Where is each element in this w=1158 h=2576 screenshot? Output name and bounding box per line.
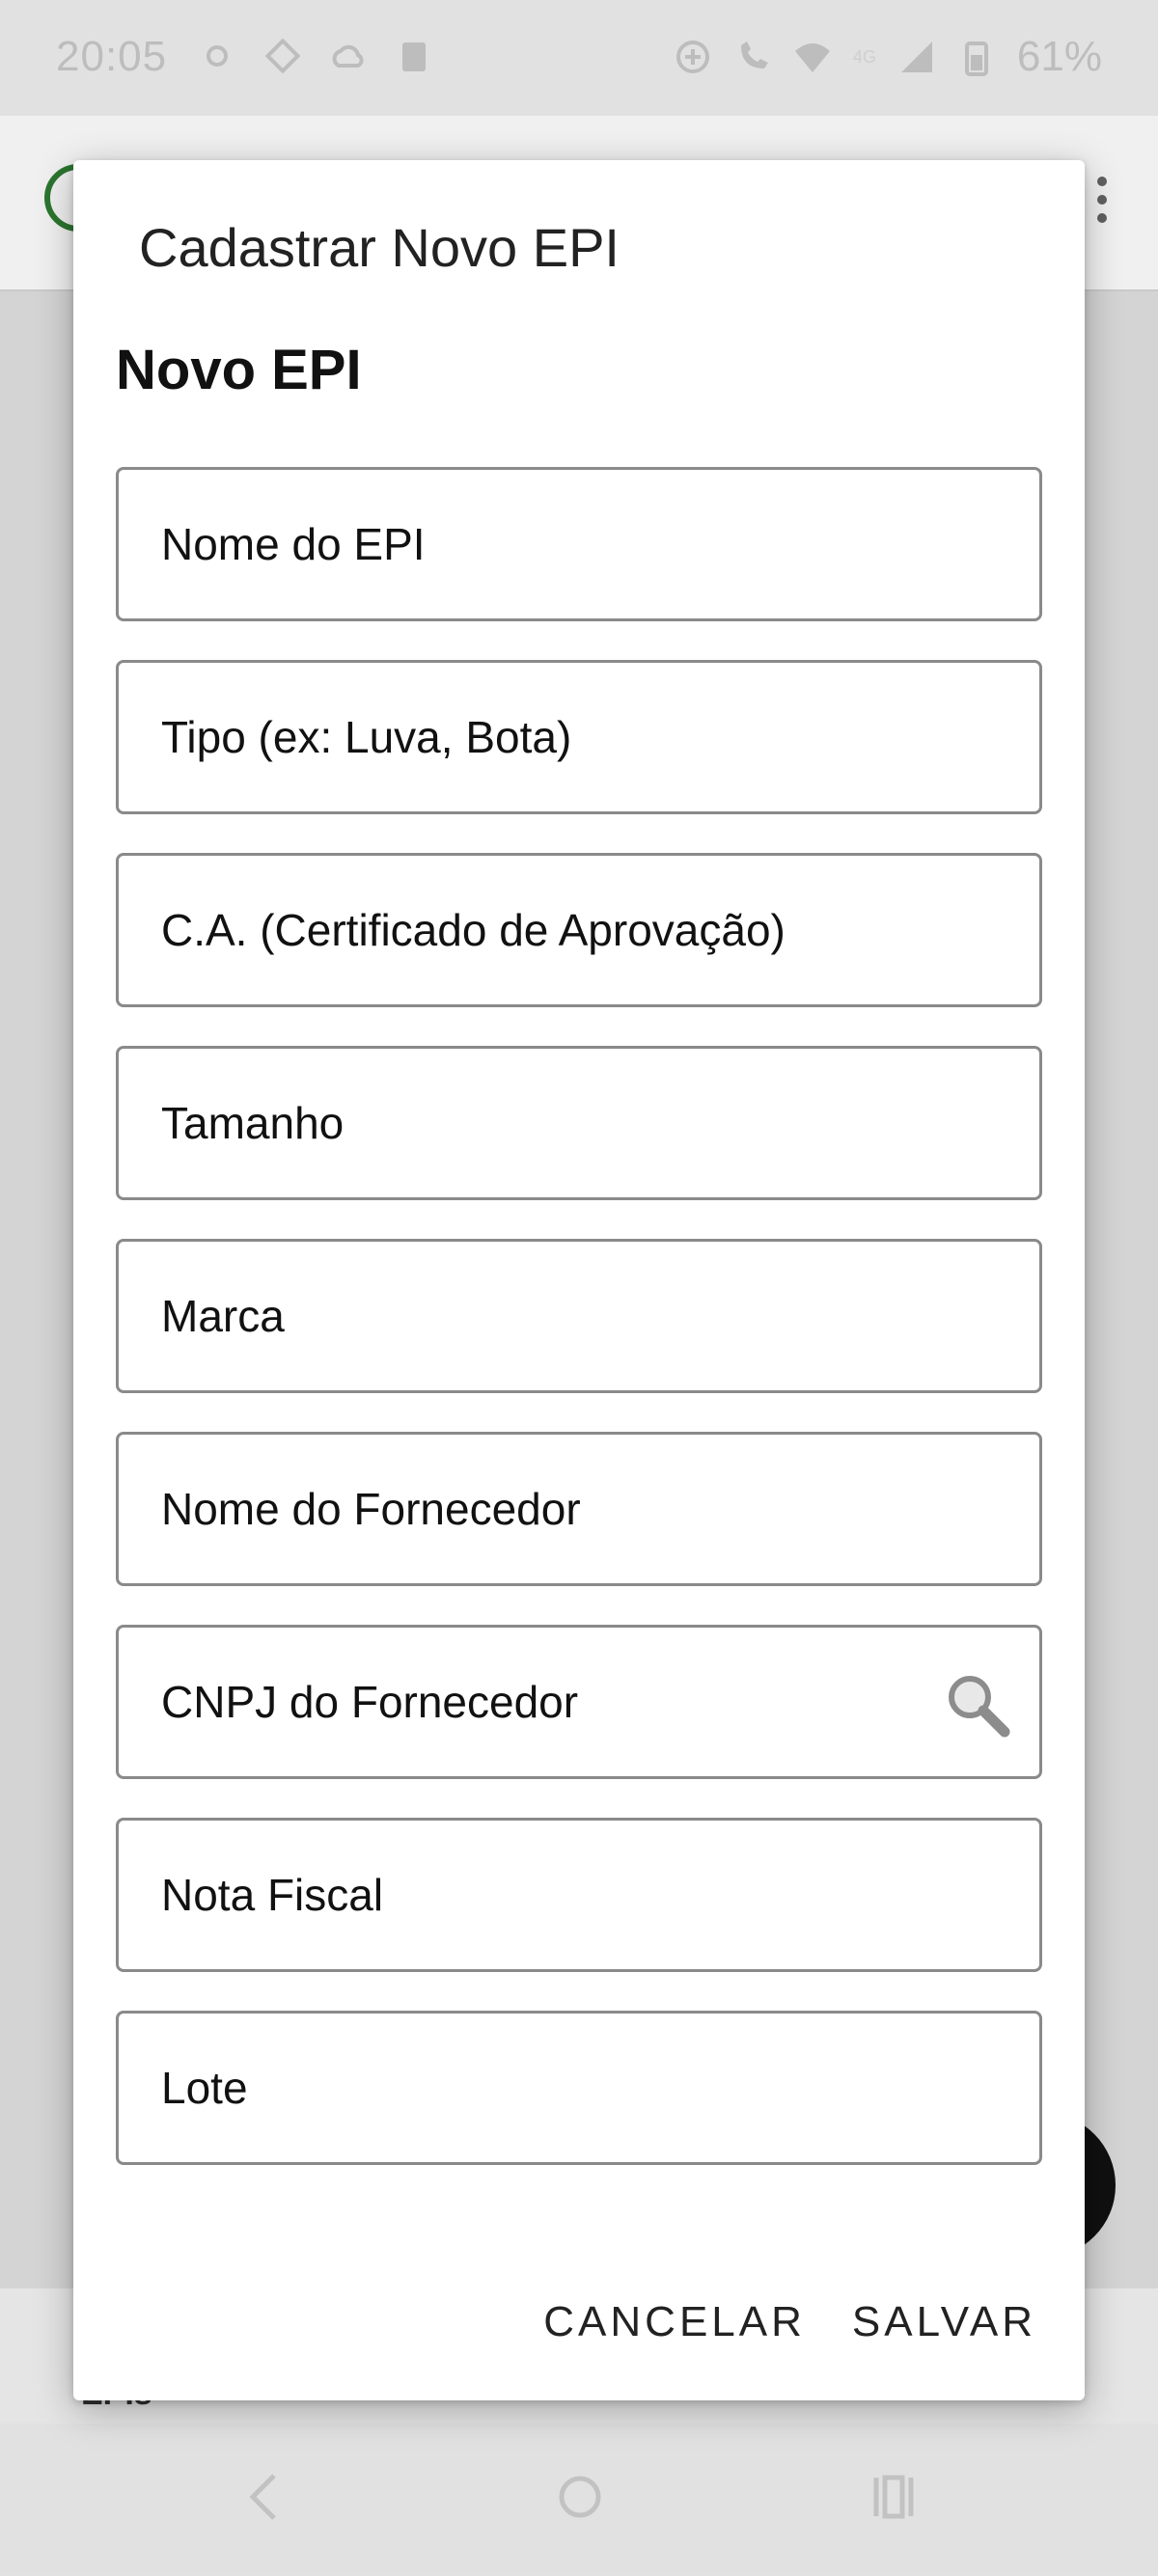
search-icon[interactable] — [943, 1670, 1012, 1740]
dialog-actions: CANCELAR SALVAR — [543, 2298, 1036, 2346]
invoice-field — [116, 1818, 1042, 1972]
ca-input[interactable] — [119, 856, 1039, 1004]
ca-field — [116, 853, 1042, 1007]
brand-field — [116, 1239, 1042, 1393]
epi-name-field — [116, 467, 1042, 621]
epi-type-input[interactable] — [119, 663, 1039, 811]
form-heading: Novo EPI — [116, 339, 362, 401]
size-input[interactable] — [119, 1049, 1039, 1197]
epi-name-input[interactable] — [119, 470, 1039, 618]
supplier-cnpj-input[interactable] — [119, 1628, 1039, 1776]
supplier-name-input[interactable] — [119, 1435, 1039, 1583]
batch-input[interactable] — [119, 2014, 1039, 2162]
save-button[interactable]: SALVAR — [852, 2298, 1036, 2346]
supplier-name-field — [116, 1432, 1042, 1586]
batch-field — [116, 2011, 1042, 2165]
size-field — [116, 1046, 1042, 1200]
supplier-cnpj-field — [116, 1625, 1042, 1779]
new-epi-dialog: Cadastrar Novo EPI Novo EPI CANCELAR SAL… — [73, 160, 1085, 2400]
brand-input[interactable] — [119, 1242, 1039, 1390]
invoice-input[interactable] — [119, 1821, 1039, 1969]
epi-type-field — [116, 660, 1042, 814]
cancel-button[interactable]: CANCELAR — [543, 2298, 806, 2346]
dialog-title: Cadastrar Novo EPI — [139, 217, 620, 278]
